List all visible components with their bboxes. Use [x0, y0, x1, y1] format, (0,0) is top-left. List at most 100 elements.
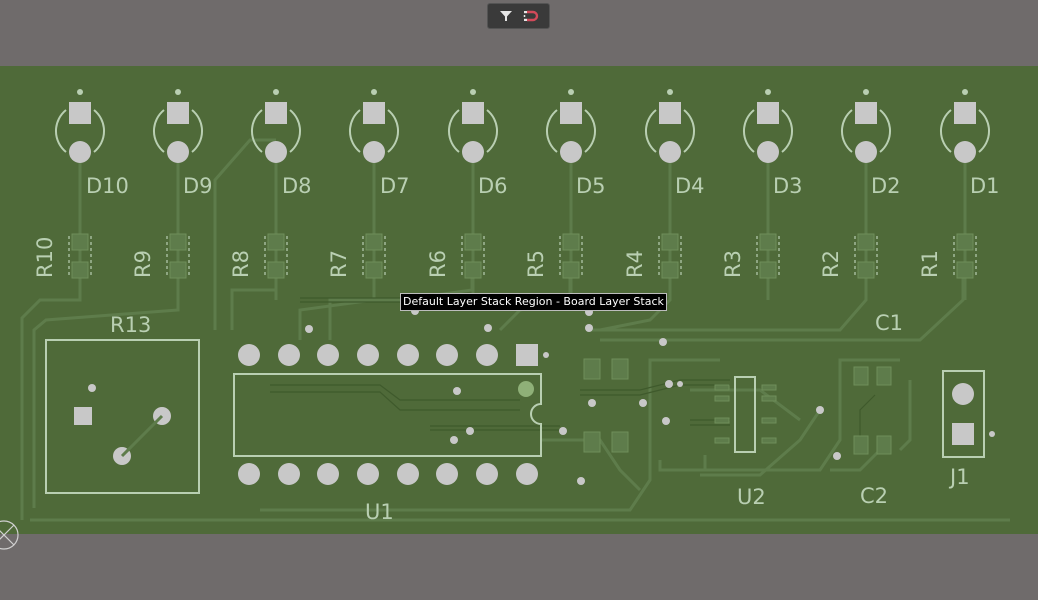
led-label: D9	[183, 174, 213, 198]
u1-pad-bottom[interactable]	[476, 463, 498, 485]
resistor-label: R2	[819, 250, 843, 278]
led-pad-round[interactable]	[265, 141, 287, 163]
led-pad-round[interactable]	[69, 141, 91, 163]
u1-pad-bottom[interactable]	[436, 463, 458, 485]
led-pad-round[interactable]	[167, 141, 189, 163]
led-polarity-dot	[863, 89, 869, 95]
led-label: D6	[478, 174, 508, 198]
u1-pad-top[interactable]	[516, 344, 538, 366]
led-pad-square[interactable]	[757, 102, 779, 124]
led-label: D8	[282, 174, 312, 198]
resistor-label: R10	[33, 237, 57, 278]
led-polarity-dot	[77, 89, 83, 95]
resistor-pad[interactable]	[956, 261, 974, 279]
resistor-pad[interactable]	[365, 261, 383, 279]
resistor-pad[interactable]	[71, 233, 89, 251]
resistor-pad[interactable]	[661, 233, 679, 251]
snap-button[interactable]	[521, 6, 541, 26]
c1-label: C1	[875, 311, 903, 335]
led-polarity-dot	[470, 89, 476, 95]
magnet-icon	[523, 10, 538, 22]
led-polarity-dot	[175, 89, 181, 95]
resistor-pad[interactable]	[857, 233, 875, 251]
led-label: D2	[871, 174, 901, 198]
led-pad-square[interactable]	[659, 102, 681, 124]
led-pad-round[interactable]	[757, 141, 779, 163]
resistor-pad[interactable]	[857, 261, 875, 279]
resistor-pad[interactable]	[464, 261, 482, 279]
led-pad-square[interactable]	[954, 102, 976, 124]
resistor-pad[interactable]	[267, 261, 285, 279]
u1-pad-top[interactable]	[436, 344, 458, 366]
u1-pad-top[interactable]	[476, 344, 498, 366]
resistor-pad[interactable]	[661, 261, 679, 279]
led-pad-round[interactable]	[659, 141, 681, 163]
u1-pad-top[interactable]	[238, 344, 260, 366]
resistor-label: R6	[426, 250, 450, 278]
c2-label: C2	[860, 484, 888, 508]
led-pad-square[interactable]	[462, 102, 484, 124]
led-polarity-dot	[568, 89, 574, 95]
led-label: D7	[380, 174, 410, 198]
led-pad-square[interactable]	[265, 102, 287, 124]
resistor-pad[interactable]	[169, 233, 187, 251]
resistor-pad[interactable]	[464, 233, 482, 251]
layer-stack-tooltip: Default Layer Stack Region - Board Layer…	[400, 293, 667, 311]
led-pad-square[interactable]	[69, 102, 91, 124]
led-pad-square[interactable]	[560, 102, 582, 124]
led-polarity-dot	[273, 89, 279, 95]
u1-label: U1	[365, 500, 394, 524]
u1-pad-bottom[interactable]	[238, 463, 260, 485]
j1-pad-1[interactable]	[952, 383, 974, 405]
u1-pad-bottom[interactable]	[357, 463, 379, 485]
led-polarity-dot	[371, 89, 377, 95]
u1-pad-top[interactable]	[357, 344, 379, 366]
u1-pad-bottom[interactable]	[317, 463, 339, 485]
u1-pad-top[interactable]	[317, 344, 339, 366]
u1-pad-bottom[interactable]	[278, 463, 300, 485]
led-pad-square[interactable]	[363, 102, 385, 124]
led-label: D10	[86, 174, 129, 198]
resistor-pad[interactable]	[267, 233, 285, 251]
led-pad-round[interactable]	[855, 141, 877, 163]
r13-label: R13	[110, 313, 151, 337]
led-pad-square[interactable]	[855, 102, 877, 124]
resistor-label: R3	[721, 250, 745, 278]
resistor-label: R1	[918, 250, 942, 278]
r13-pad-1[interactable]	[74, 407, 92, 425]
resistor-pad[interactable]	[562, 233, 580, 251]
resistor-pad[interactable]	[562, 261, 580, 279]
led-pad-square[interactable]	[167, 102, 189, 124]
u1-pin1-marker	[518, 381, 534, 397]
filter-button[interactable]	[496, 6, 516, 26]
resistor-label: R5	[524, 250, 548, 278]
led-pad-round[interactable]	[363, 141, 385, 163]
floating-toolbar	[487, 3, 550, 29]
resistor-pad[interactable]	[759, 233, 777, 251]
led-pad-round[interactable]	[462, 141, 484, 163]
led-label: D5	[576, 174, 606, 198]
u1-pad-top[interactable]	[397, 344, 419, 366]
via	[88, 384, 96, 392]
led-pad-round[interactable]	[560, 141, 582, 163]
j1-pad-2[interactable]	[952, 423, 974, 445]
led-polarity-dot	[962, 89, 968, 95]
resistor-pad[interactable]	[365, 233, 383, 251]
led-pad-round[interactable]	[954, 141, 976, 163]
resistor-label: R8	[229, 250, 253, 278]
led-label: D4	[675, 174, 705, 198]
led-polarity-dot	[765, 89, 771, 95]
resistor-pad[interactable]	[759, 261, 777, 279]
resistor-label: R9	[131, 250, 155, 278]
resistor-label: R4	[623, 250, 647, 278]
resistor-pad[interactable]	[169, 261, 187, 279]
u1-pad-top[interactable]	[278, 344, 300, 366]
led-label: D1	[970, 174, 1000, 198]
u1-pad-bottom[interactable]	[516, 463, 538, 485]
j1-label: J1	[948, 465, 970, 489]
led-label: D3	[773, 174, 803, 198]
u1-pad-bottom[interactable]	[397, 463, 419, 485]
led-polarity-dot	[667, 89, 673, 95]
resistor-pad[interactable]	[956, 233, 974, 251]
resistor-pad[interactable]	[71, 261, 89, 279]
